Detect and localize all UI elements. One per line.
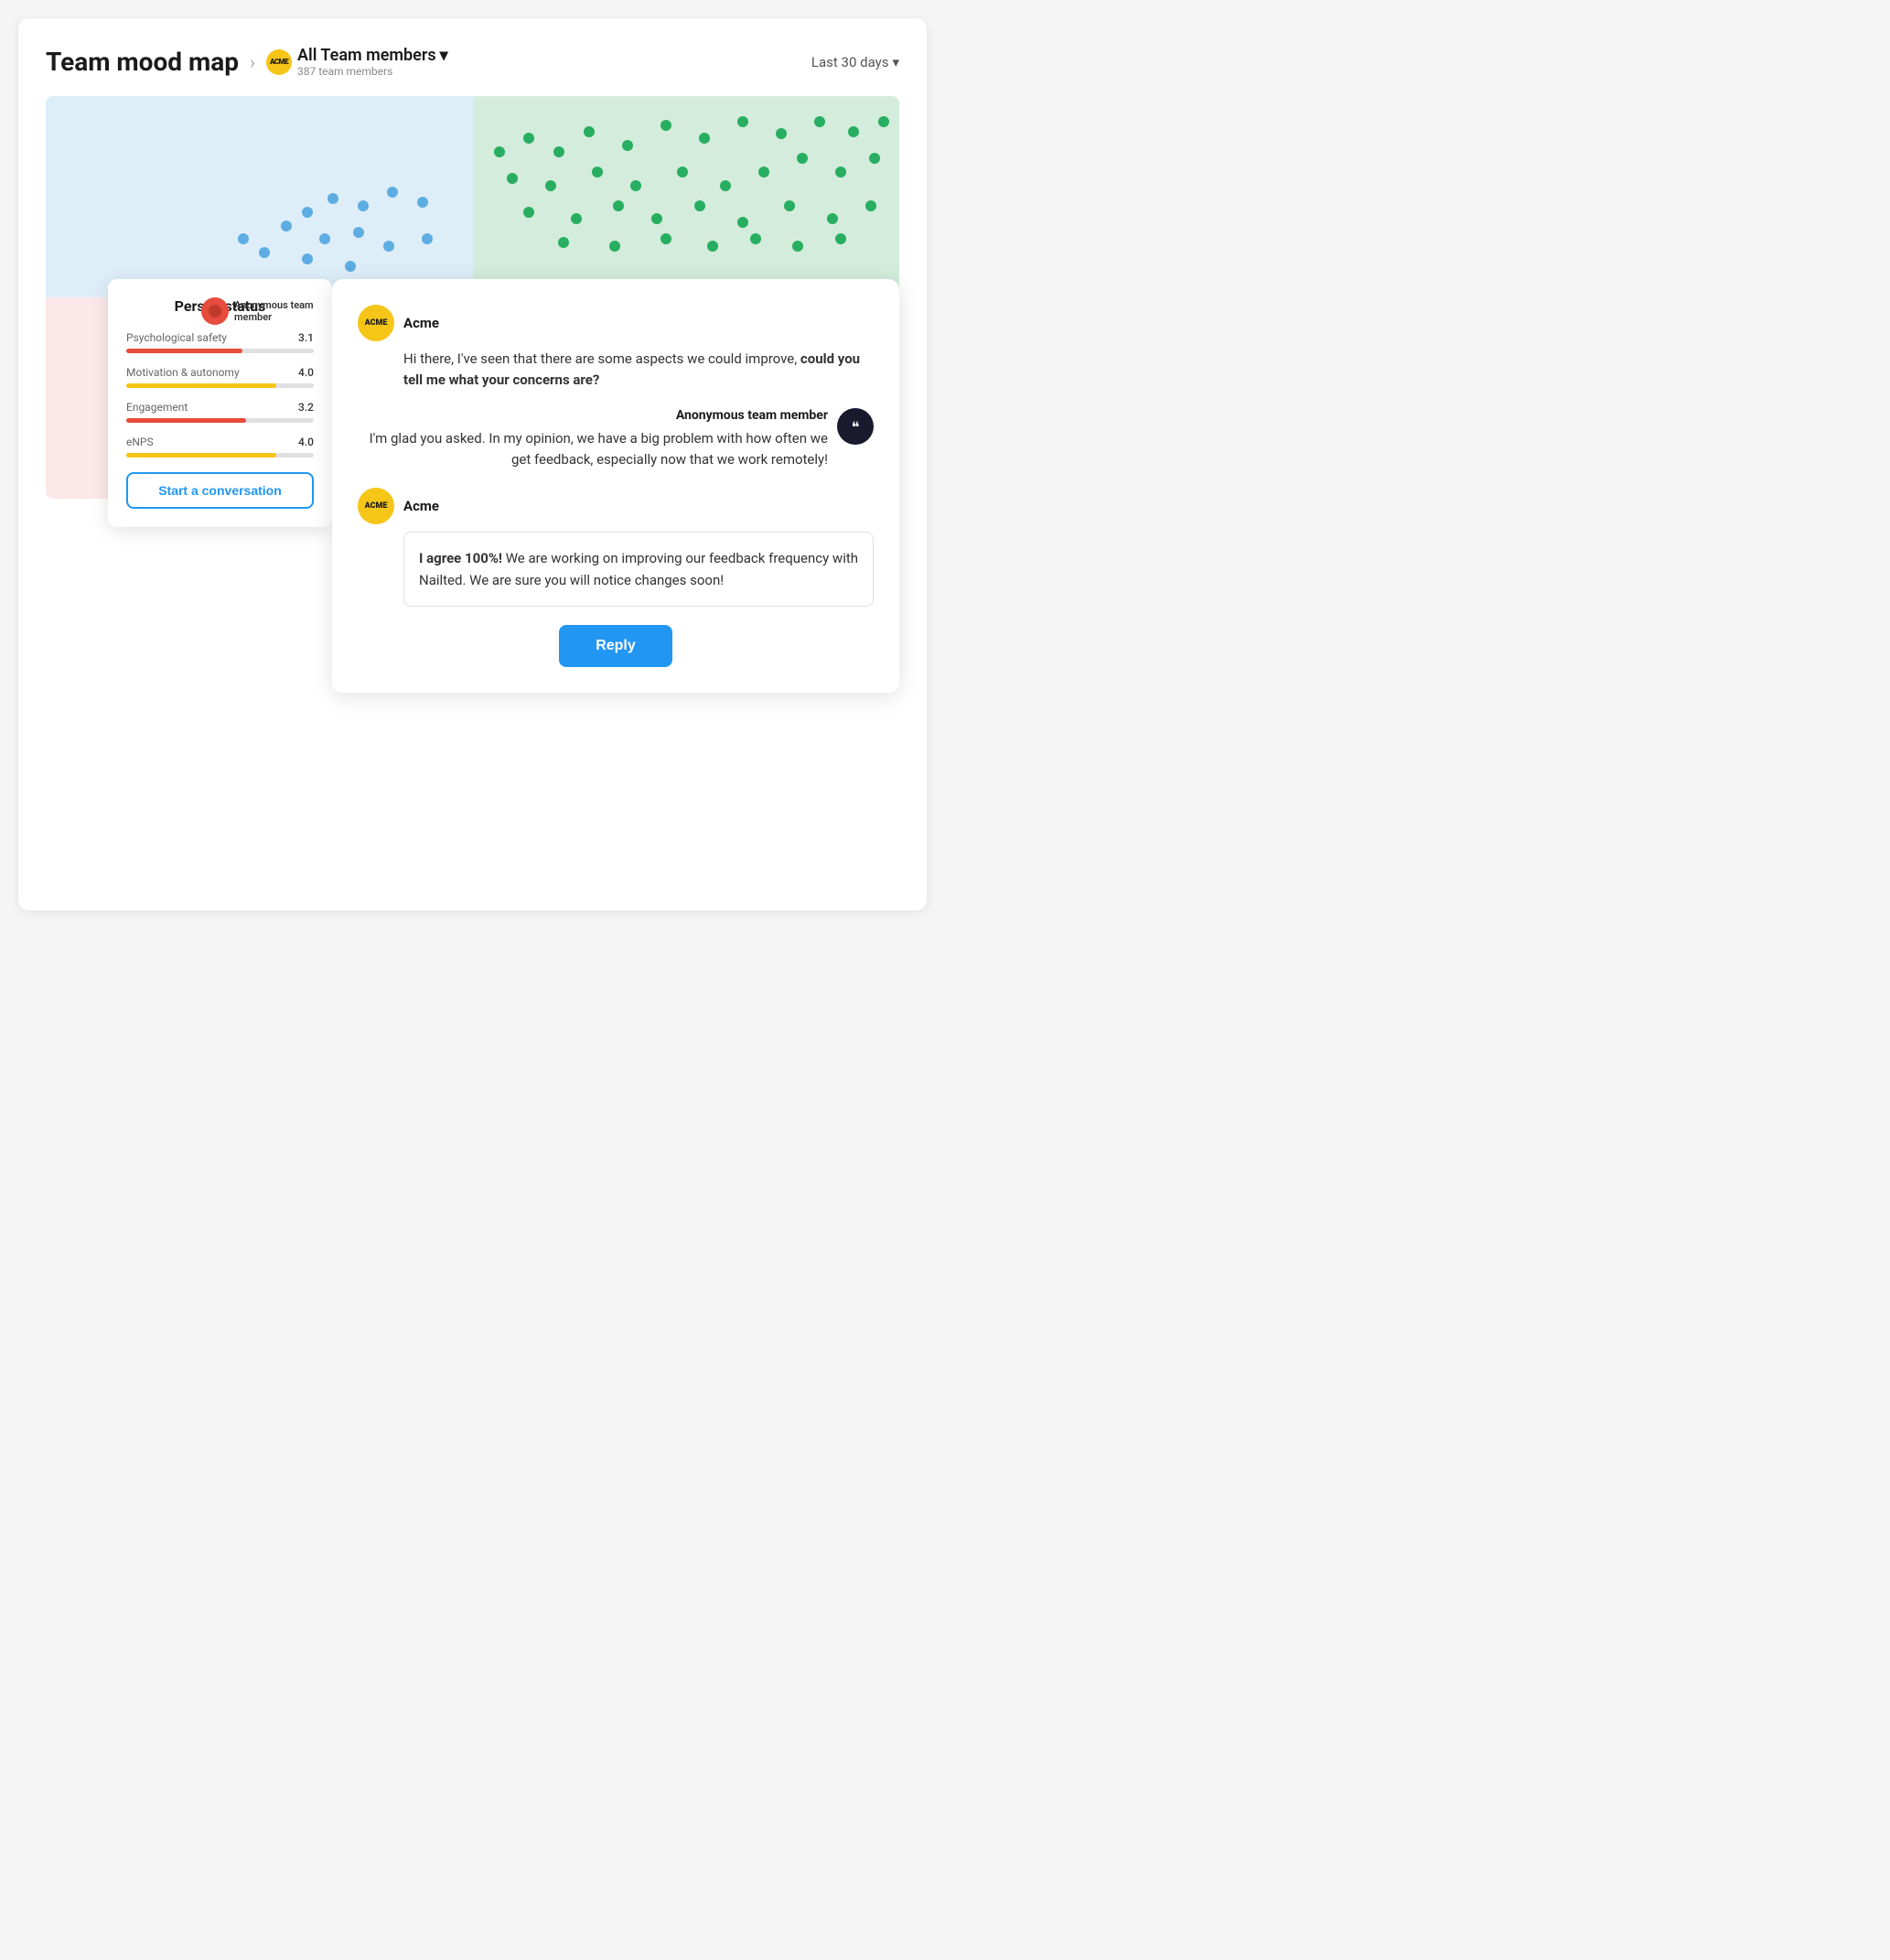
team-selector[interactable]: ACME All Team members ▾ 387 team members: [266, 46, 448, 78]
header: Team mood map › ACME All Team members ▾ …: [46, 46, 899, 78]
progress-fill-enps: [126, 453, 276, 458]
date-selector[interactable]: Last 30 days ▾: [811, 54, 899, 70]
anon-reply-text: I'm glad you asked. In my opinion, we ha…: [358, 428, 828, 469]
page-title: Team mood map: [46, 47, 239, 77]
anon-map-avatar: [201, 297, 229, 325]
team-count: 387 team members: [297, 65, 448, 78]
metric-row-enps: eNPS 4.0: [126, 436, 314, 458]
reply-button[interactable]: Reply: [559, 625, 672, 667]
anon-reply-name: Anonymous team member: [358, 408, 828, 423]
acme-avatar-2: ACME: [358, 488, 394, 524]
conversation-panel: ACME Acme Hi there, I've seen that there…: [332, 279, 899, 693]
header-left: Team mood map › ACME All Team members ▾ …: [46, 46, 448, 78]
progress-fill-psych: [126, 349, 242, 353]
progress-track-enps: [126, 453, 314, 458]
app-container: Team mood map › ACME All Team members ▾ …: [18, 18, 927, 910]
message-text-acme-1: Hi there, I've seen that there are some …: [403, 349, 874, 390]
start-conversation-button[interactable]: Start a conversation: [126, 472, 314, 509]
message-acme-1: ACME Acme Hi there, I've seen that there…: [358, 305, 874, 390]
progress-track-engagement: [126, 418, 314, 423]
progress-fill-motivation: [126, 383, 276, 388]
quadrant-top-left: [46, 96, 473, 297]
team-name: All Team members ▾: [297, 46, 448, 65]
metric-row-motivation: Motivation & autonomy 4.0: [126, 366, 314, 388]
metric-header-motivation: Motivation & autonomy 4.0: [126, 366, 314, 379]
team-logo: ACME: [266, 49, 292, 75]
anon-map-label-text: Anonymous team member: [234, 299, 314, 323]
anon-reply-block: Anonymous team member I'm glad you asked…: [358, 408, 874, 469]
quoted-message-box: I agree 100%! We are working on improvin…: [403, 532, 874, 607]
anon-reply-avatar: ❝: [837, 408, 874, 445]
sender-row-acme-1: ACME Acme: [358, 305, 874, 341]
metric-header-enps: eNPS 4.0: [126, 436, 314, 448]
metric-row-psych: Psychological safety 3.1: [126, 331, 314, 353]
metric-header-psych: Psychological safety 3.1: [126, 331, 314, 344]
chevron-right-icon: ›: [250, 51, 255, 73]
sender-row-acme-2: ACME Acme: [358, 488, 874, 524]
progress-track-psych: [126, 349, 314, 353]
team-info: All Team members ▾ 387 team members: [297, 46, 448, 78]
metric-row-engagement: Engagement 3.2: [126, 401, 314, 423]
message-acme-2: ACME Acme I agree 100%! We are working o…: [358, 488, 874, 607]
mood-map-container: Anonymous team member Person status Psyc…: [46, 96, 899, 499]
progress-track-motivation: [126, 383, 314, 388]
sender-name-acme-1: Acme: [403, 315, 439, 331]
progress-fill-engagement: [126, 418, 246, 423]
metric-header-engagement: Engagement 3.2: [126, 401, 314, 414]
sender-name-acme-2: Acme: [403, 498, 439, 514]
anonymous-label: Anonymous team member: [201, 297, 314, 325]
anon-reply-content: Anonymous team member I'm glad you asked…: [358, 408, 828, 469]
quadrant-top-right: [473, 96, 900, 297]
acme-avatar-1: ACME: [358, 305, 394, 341]
